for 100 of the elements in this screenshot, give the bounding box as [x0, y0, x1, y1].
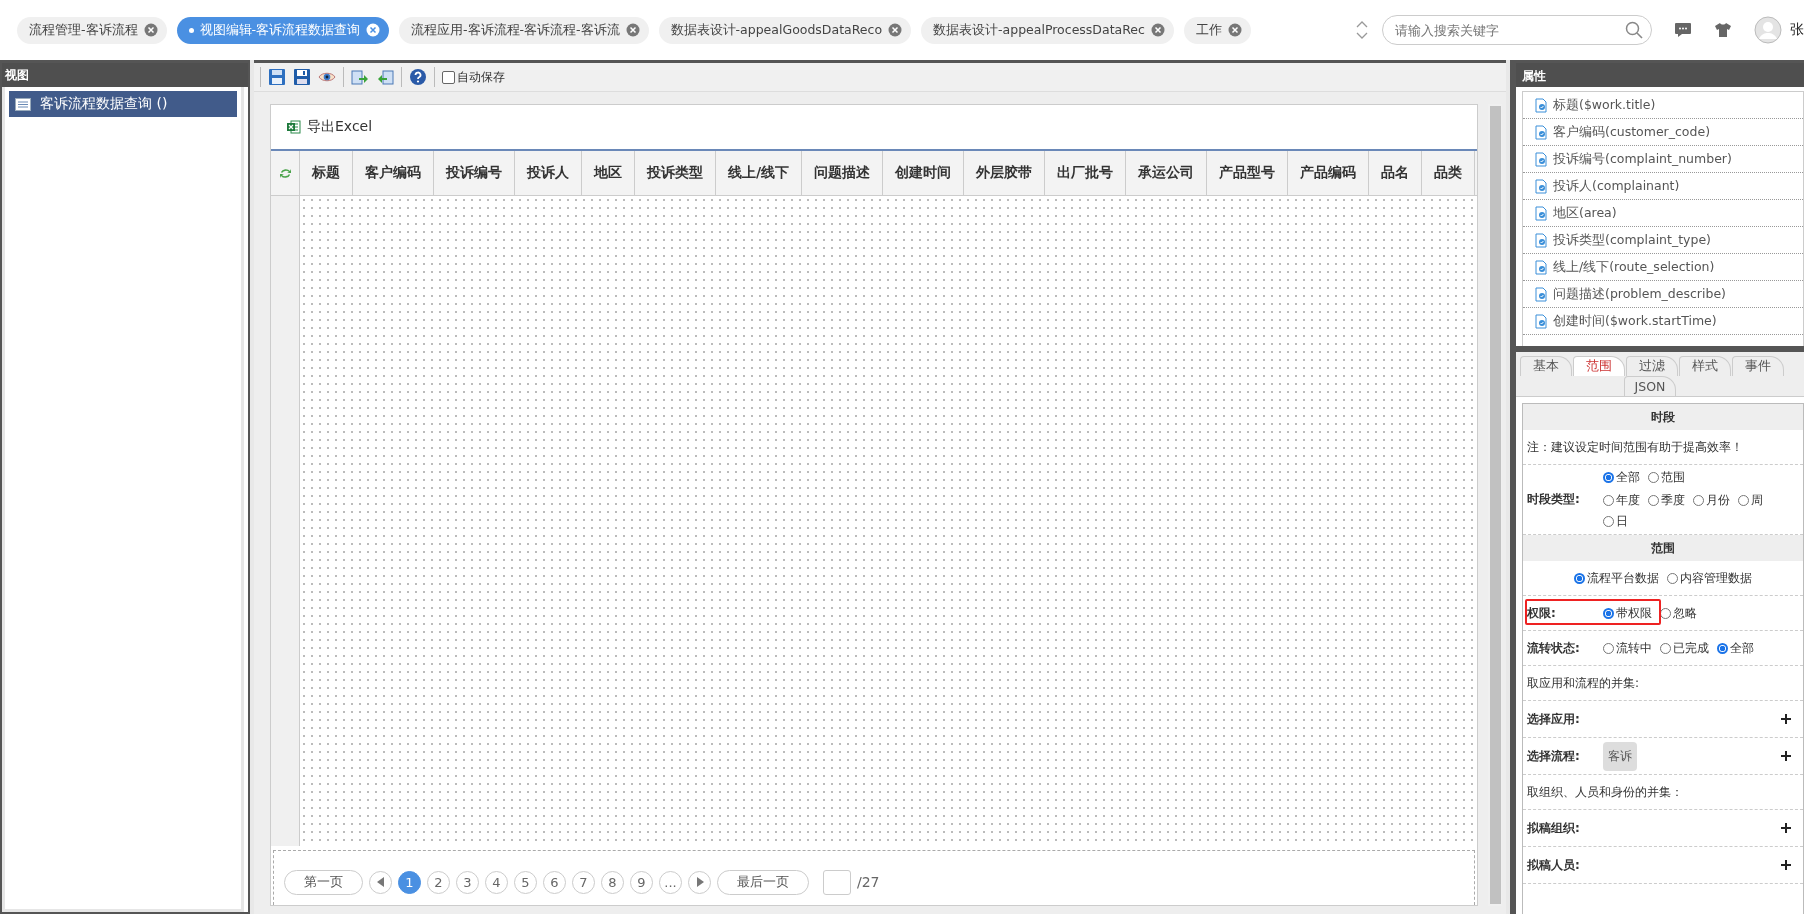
- last-page-button[interactable]: 最后一页: [717, 869, 809, 895]
- column-header[interactable]: 客户编码: [353, 151, 434, 195]
- column-header[interactable]: 问题描述: [802, 151, 884, 195]
- page-tab[interactable]: 流程管理-客诉流程: [17, 16, 167, 44]
- selected-tag[interactable]: 客诉: [1603, 741, 1637, 771]
- panel-title: 视图: [2, 63, 248, 87]
- column-header[interactable]: 承运公司: [1126, 151, 1208, 195]
- radio-button[interactable]: [1738, 495, 1749, 506]
- field-label: 时段类型:: [1527, 491, 1581, 508]
- page-tab[interactable]: 数据表设计-appealGoodsDataReco: [658, 16, 912, 44]
- page-button[interactable]: 9: [630, 870, 653, 894]
- checkbox-label[interactable]: 自动保存: [457, 68, 505, 86]
- close-icon[interactable]: [625, 23, 640, 37]
- property-tab[interactable]: 样式: [1679, 356, 1731, 376]
- note-text: 取组织、人员和身份的并集：: [1527, 783, 1683, 801]
- close-icon[interactable]: [1150, 23, 1165, 37]
- page-button[interactable]: 8: [601, 870, 624, 894]
- export-excel-button[interactable]: 导出Excel: [287, 118, 373, 136]
- field-icon: [1535, 97, 1547, 113]
- property-tab[interactable]: JSON: [1624, 376, 1676, 396]
- previous-page-button[interactable]: [369, 870, 392, 894]
- view-item[interactable]: 客诉流程数据查询 (): [9, 91, 237, 117]
- radio-label: 季度: [1661, 492, 1685, 509]
- radio-button[interactable]: [1693, 495, 1704, 506]
- column-header[interactable]: 线上/线下: [716, 151, 803, 195]
- close-icon[interactable]: [888, 23, 903, 37]
- page-tab[interactable]: 数据表设计-appealProcessDataRec: [921, 16, 1174, 44]
- column-header[interactable]: 产品编码: [1288, 151, 1370, 195]
- chevron-up-down-icon[interactable]: [1356, 20, 1368, 40]
- property-tab[interactable]: 事件: [1732, 356, 1784, 376]
- page-button[interactable]: 6: [543, 870, 566, 894]
- checkbox[interactable]: [442, 70, 455, 84]
- field-label: 拟稿组织:: [1527, 819, 1581, 837]
- page-button[interactable]: 4: [485, 870, 508, 894]
- field-item[interactable]: 投诉人(complainant): [1523, 173, 1803, 200]
- radio-button[interactable]: [1717, 642, 1728, 654]
- field-item[interactable]: 客户编码(customer_code): [1523, 119, 1803, 146]
- field-item[interactable]: 线上/线下(route_selection): [1523, 254, 1803, 281]
- field-item[interactable]: 投诉类型(complaint_type): [1523, 227, 1803, 254]
- column-header[interactable]: 投诉人: [515, 151, 582, 195]
- help-icon[interactable]: [409, 68, 427, 86]
- column-header[interactable]: 地区: [582, 151, 635, 195]
- chat-icon[interactable]: [1674, 22, 1692, 38]
- column-header[interactable]: 品类: [1422, 151, 1476, 195]
- page-button[interactable]: 3: [456, 870, 479, 894]
- save-icon[interactable]: [268, 68, 286, 86]
- excel-icon: [287, 120, 301, 134]
- close-icon[interactable]: [366, 23, 381, 37]
- close-icon[interactable]: [143, 23, 158, 37]
- export-icon[interactable]: [376, 68, 394, 86]
- column-header[interactable]: 产品型号: [1207, 151, 1289, 195]
- shirt-icon[interactable]: [1714, 22, 1732, 38]
- column-header[interactable]: 出厂批号: [1045, 151, 1127, 195]
- radio-button[interactable]: [1603, 607, 1614, 619]
- radio-button[interactable]: [1603, 642, 1614, 654]
- close-icon[interactable]: [1227, 23, 1242, 37]
- column-header[interactable]: 投诉类型: [635, 151, 716, 195]
- section-heading: 时段: [1523, 404, 1803, 430]
- field-item[interactable]: 地区(area): [1523, 200, 1803, 227]
- scrollbar[interactable]: [1488, 104, 1502, 906]
- field-item[interactable]: 创建时间($work.startTime): [1523, 308, 1803, 335]
- radio-button[interactable]: [1667, 572, 1678, 584]
- radio-button[interactable]: [1603, 472, 1614, 483]
- column-header[interactable]: 标题: [300, 151, 353, 195]
- radio-button[interactable]: [1660, 642, 1671, 654]
- next-page-button[interactable]: [688, 870, 711, 894]
- property-tab[interactable]: 过滤: [1626, 356, 1678, 376]
- refresh-icon[interactable]: [278, 166, 292, 180]
- user-name[interactable]: 张: [1790, 21, 1804, 39]
- page-tab[interactable]: 流程应用-客诉流程-客诉流程-客诉流: [399, 16, 649, 44]
- radio-button[interactable]: [1603, 516, 1614, 527]
- radio-button[interactable]: [1648, 472, 1659, 483]
- property-tab[interactable]: 范围: [1573, 356, 1625, 376]
- search-field[interactable]: 请输入搜索关键字: [1382, 15, 1652, 45]
- field-icon: [1535, 205, 1547, 221]
- first-page-button[interactable]: 第一页: [284, 869, 363, 895]
- page-button[interactable]: 2: [427, 870, 450, 894]
- radio-button[interactable]: [1648, 495, 1659, 506]
- column-header[interactable]: 外层胶带: [964, 151, 1046, 195]
- column-header[interactable]: 品名: [1369, 151, 1423, 195]
- page-total: /27: [857, 874, 880, 890]
- note-text: 注：建议设定时间范围有助于提高效率！: [1527, 438, 1743, 456]
- search-icon[interactable]: [1625, 21, 1643, 39]
- page-tab[interactable]: 工作: [1183, 16, 1251, 44]
- field-icon: [1535, 286, 1547, 302]
- save-as-icon[interactable]: [293, 68, 311, 86]
- radio-button[interactable]: [1603, 495, 1614, 506]
- field-item[interactable]: 标题($work.title): [1523, 92, 1803, 119]
- import-icon[interactable]: [351, 68, 369, 86]
- column-header[interactable]: 投诉编号: [434, 151, 515, 195]
- ellipsis-button[interactable]: ...: [659, 870, 682, 894]
- page-button[interactable]: 7: [572, 870, 595, 894]
- field-item[interactable]: 投诉编号(complaint_number): [1523, 146, 1803, 173]
- radio-button[interactable]: [1660, 607, 1671, 619]
- page-button[interactable]: 5: [514, 870, 537, 894]
- field-item[interactable]: 问题描述(problem_describe): [1523, 281, 1803, 308]
- column-header[interactable]: 创建时间: [883, 151, 965, 195]
- page-input[interactable]: [823, 869, 851, 895]
- radio-button[interactable]: [1574, 572, 1585, 584]
- property-tab[interactable]: 基本: [1520, 356, 1572, 376]
